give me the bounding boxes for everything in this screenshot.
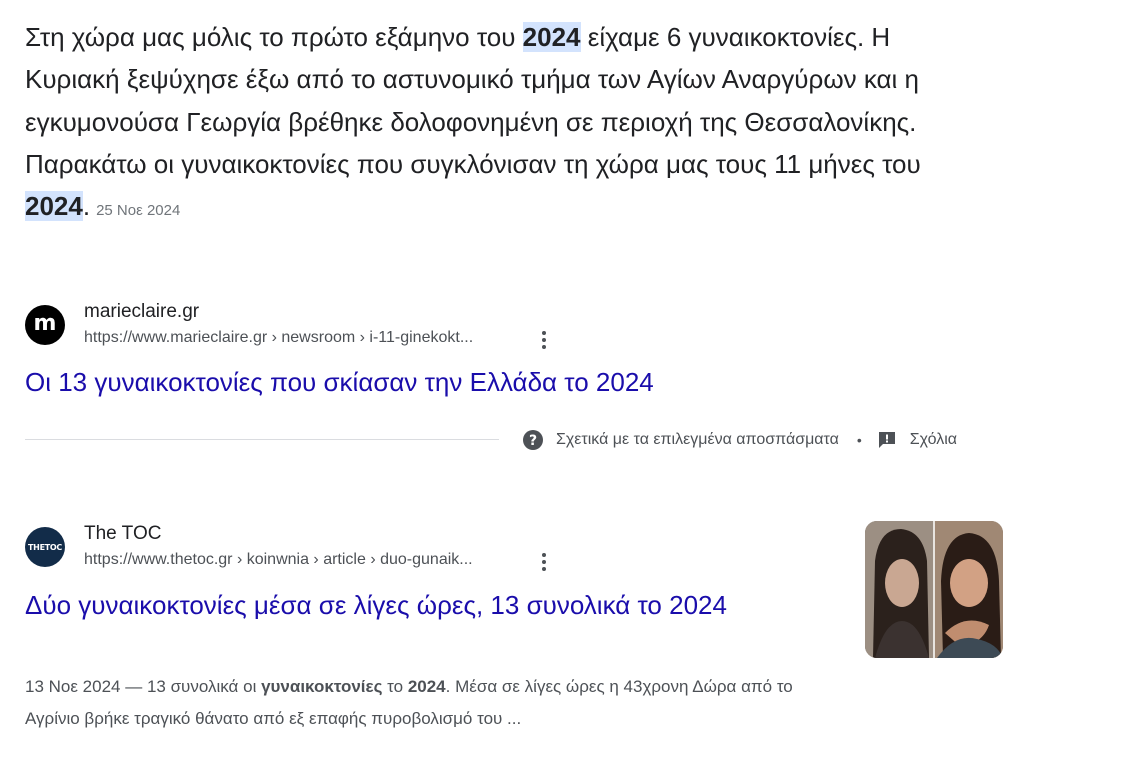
search-result-thetoc: THETOC The TOC https://www.thetoc.gr › k… <box>25 523 855 774</box>
desc-bold: 2024 <box>407 677 446 696</box>
site-name[interactable]: marieclaire.gr <box>84 301 199 323</box>
site-url[interactable]: https://www.marieclaire.gr › newsroom › … <box>84 329 473 347</box>
marieclaire-favicon-icon[interactable]: m <box>25 305 65 345</box>
result-title-link[interactable]: Οι 13 γυναικοκτονίες που σκίασαν την Ελλ… <box>25 362 654 402</box>
feedback-icon <box>876 429 898 451</box>
separator-dot: • <box>856 432 862 448</box>
featured-snippet: Στη χώρα μας μόλις το πρώτο εξάμηνο του … <box>25 16 985 232</box>
favicon-letter: THETOC <box>28 542 62 552</box>
snippet-text: . <box>82 191 91 222</box>
result-thumbnail-image[interactable] <box>865 521 1003 658</box>
desc-text: 13 συνολικά οι <box>146 677 262 696</box>
desc-text: το <box>382 677 408 696</box>
desc-separator: — <box>120 677 147 696</box>
result-description: 13 Νοε 2024 — 13 συνολικά οι γυναικοκτον… <box>25 671 805 734</box>
more-options-icon[interactable] <box>534 550 554 574</box>
snippet-date: 25 Νοε 2024 <box>96 202 181 220</box>
snippet-text: Στη χώρα μας μόλις το πρώτο εξάμηνο του <box>25 22 523 52</box>
help-circle-icon: ? <box>522 429 544 451</box>
desc-bold: γυναικοκτονίες <box>261 677 383 696</box>
about-snippets-row: ? Σχετικά με τα επιλεγμένα αποσπάσματα •… <box>522 428 957 452</box>
divider <box>25 439 499 440</box>
snippet-highlight: 2024 <box>522 22 581 52</box>
site-name[interactable]: The TOC <box>84 523 161 545</box>
result-title-link[interactable]: Δύο γυναικοκτονίες μέσα σε λίγες ώρες, 1… <box>25 585 825 625</box>
svg-text:?: ? <box>529 433 537 449</box>
search-result-marieclaire: m marieclaire.gr https://www.marieclaire… <box>25 301 825 402</box>
about-snippets-link[interactable]: Σχετικά με τα επιλεγμένα αποσπάσματα <box>556 431 839 449</box>
feedback-link[interactable]: Σχόλια <box>910 431 957 449</box>
favicon-letter: m <box>33 311 57 336</box>
more-options-icon[interactable] <box>534 328 554 352</box>
result-date: 13 Νοε 2024 <box>25 677 121 696</box>
thetoc-favicon-icon[interactable]: THETOC <box>25 527 65 567</box>
snippet-highlight: 2024 <box>25 191 83 222</box>
site-url[interactable]: https://www.thetoc.gr › koinwnia › artic… <box>84 551 473 569</box>
